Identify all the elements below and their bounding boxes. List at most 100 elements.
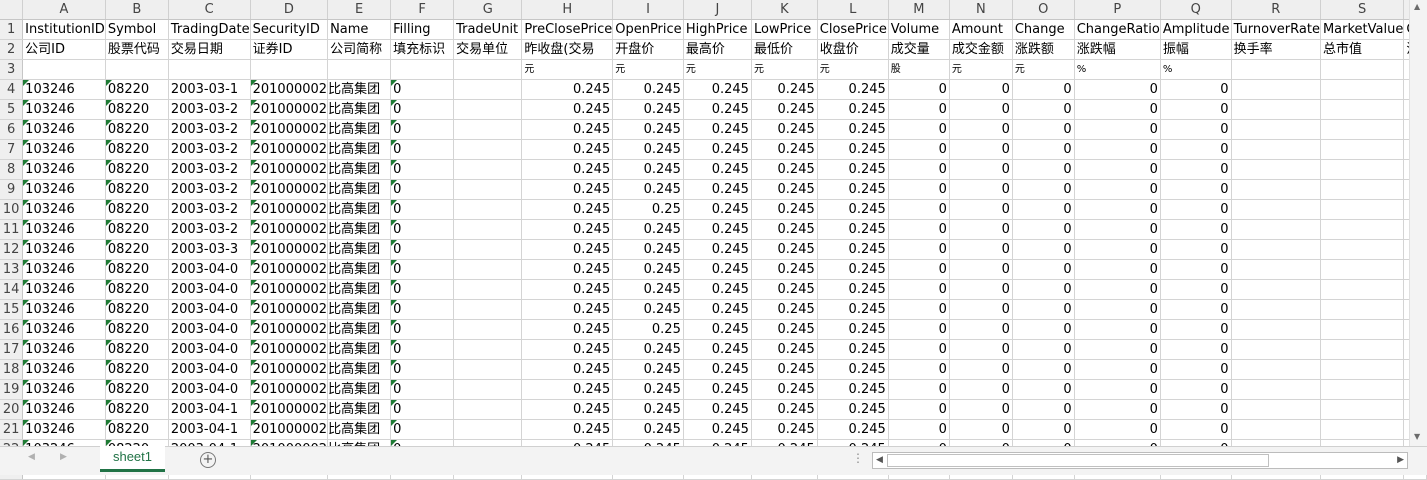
cell[interactable]: 0	[390, 419, 455, 440]
cell[interactable]	[1231, 299, 1321, 320]
column-header-g[interactable]: G	[453, 0, 523, 20]
row-header[interactable]: 21	[0, 419, 24, 440]
column-header-l[interactable]: L	[817, 0, 889, 20]
cell[interactable]: 0	[1160, 279, 1232, 300]
cell[interactable]: 08220	[105, 179, 169, 200]
cell[interactable]: 交易日期	[168, 39, 251, 60]
plus-circle-icon[interactable]: +	[200, 452, 216, 468]
cell[interactable]: 0	[1160, 319, 1232, 340]
cell[interactable]: 0	[390, 299, 455, 320]
cell[interactable]: 201000002	[250, 359, 329, 380]
row-header[interactable]: 11	[0, 219, 24, 240]
cell[interactable]: 0	[949, 259, 1013, 280]
cell[interactable]: 2003-03-2	[168, 219, 251, 240]
cell[interactable]: 103246	[22, 79, 106, 100]
cell[interactable]: 103246	[22, 399, 106, 420]
cell[interactable]: 0.245	[817, 319, 889, 340]
cell[interactable]: 0.245	[817, 299, 889, 320]
cell[interactable]: 201000002	[250, 399, 329, 420]
cell[interactable]	[1320, 359, 1405, 380]
cell[interactable]: 0.245	[751, 219, 818, 240]
cell[interactable]: 0	[949, 419, 1013, 440]
cell[interactable]: 0.245	[683, 219, 752, 240]
cell[interactable]	[1231, 59, 1321, 80]
cell[interactable]: 0	[949, 179, 1013, 200]
cell[interactable]: 0.245	[521, 239, 614, 260]
cell[interactable]: 0.245	[683, 199, 752, 220]
cell[interactable]: 103246	[22, 219, 106, 240]
row-header[interactable]: 16	[0, 319, 24, 340]
cell[interactable]	[1320, 119, 1405, 140]
cell[interactable]: 0	[949, 159, 1013, 180]
row-header[interactable]: 12	[0, 239, 24, 260]
cell[interactable]: 0	[1012, 399, 1075, 420]
cell[interactable]: 08220	[105, 79, 169, 100]
column-header-o[interactable]: O	[1012, 0, 1075, 20]
cell[interactable]: 0	[949, 299, 1013, 320]
cell[interactable]: 0	[1074, 419, 1161, 440]
cell[interactable]	[1231, 279, 1321, 300]
cell[interactable]: 0	[1074, 139, 1161, 160]
cell[interactable]: 0	[1012, 199, 1075, 220]
cell[interactable]: 201000002	[250, 79, 329, 100]
cell[interactable]: 0.245	[683, 359, 752, 380]
cell[interactable]: 元	[521, 59, 614, 80]
row-header[interactable]: 17	[0, 339, 24, 360]
cell[interactable]: 0	[1012, 239, 1075, 260]
cell[interactable]: 0.245	[612, 79, 684, 100]
cell[interactable]: 2003-03-2	[168, 179, 251, 200]
cell[interactable]: 2003-04-0	[168, 379, 251, 400]
cell[interactable]: 0	[1160, 119, 1232, 140]
scroll-left-icon[interactable]: ◀	[876, 453, 883, 468]
cell[interactable]: 201000002	[250, 199, 329, 220]
cell[interactable]: 0.245	[751, 139, 818, 160]
cell[interactable]	[1320, 99, 1405, 120]
cell[interactable]: 0.25	[612, 319, 684, 340]
cell[interactable]: 0	[1012, 379, 1075, 400]
cell[interactable]: 0	[949, 399, 1013, 420]
cell[interactable]	[1320, 79, 1405, 100]
cell[interactable]: 0	[1160, 399, 1232, 420]
cell[interactable]	[1231, 159, 1321, 180]
cell[interactable]: 元	[612, 59, 684, 80]
cell[interactable]: 0	[1074, 379, 1161, 400]
cell[interactable]: 0.245	[817, 359, 889, 380]
cell[interactable]: 0	[1012, 139, 1075, 160]
cell[interactable]: 振幅	[1160, 39, 1232, 60]
cell[interactable]	[453, 419, 523, 440]
cell[interactable]: 0	[1074, 279, 1161, 300]
cell[interactable]: 0	[1160, 179, 1232, 200]
cell[interactable]: 0	[1160, 139, 1232, 160]
cell[interactable]	[1320, 379, 1405, 400]
cell[interactable]: 0.245	[817, 179, 889, 200]
cell[interactable]	[1231, 119, 1321, 140]
cell[interactable]: ClosePrice	[817, 19, 889, 40]
cell[interactable]: 0.245	[683, 319, 752, 340]
cell[interactable]	[1320, 299, 1405, 320]
cell[interactable]: 0	[1074, 399, 1161, 420]
cell[interactable]: 0	[888, 379, 950, 400]
cell[interactable]	[1231, 359, 1321, 380]
column-header-k[interactable]: K	[751, 0, 818, 20]
cell[interactable]: 0	[390, 339, 455, 360]
cell[interactable]: 0.245	[817, 139, 889, 160]
cell[interactable]: 0	[949, 119, 1013, 140]
cell[interactable]: 201000002	[250, 179, 329, 200]
cell[interactable]: 08220	[105, 299, 169, 320]
cell[interactable]: 201000002	[250, 219, 329, 240]
cell[interactable]: 比高集团	[327, 319, 392, 340]
cell[interactable]: 0	[1074, 119, 1161, 140]
cell[interactable]: 0.245	[683, 159, 752, 180]
cell[interactable]	[1231, 139, 1321, 160]
cell[interactable]: 公司ID	[22, 39, 106, 60]
row-header[interactable]: 20	[0, 399, 24, 420]
cell[interactable]: 比高集团	[327, 139, 392, 160]
cell[interactable]	[1231, 79, 1321, 100]
cell[interactable]: 0	[390, 259, 455, 280]
cell[interactable]: 0	[1160, 79, 1232, 100]
cell[interactable]: 08220	[105, 139, 169, 160]
cell[interactable]: 比高集团	[327, 179, 392, 200]
cell[interactable]: 0	[1012, 119, 1075, 140]
column-header-b[interactable]: B	[105, 0, 169, 20]
cell[interactable]: 103246	[22, 379, 106, 400]
